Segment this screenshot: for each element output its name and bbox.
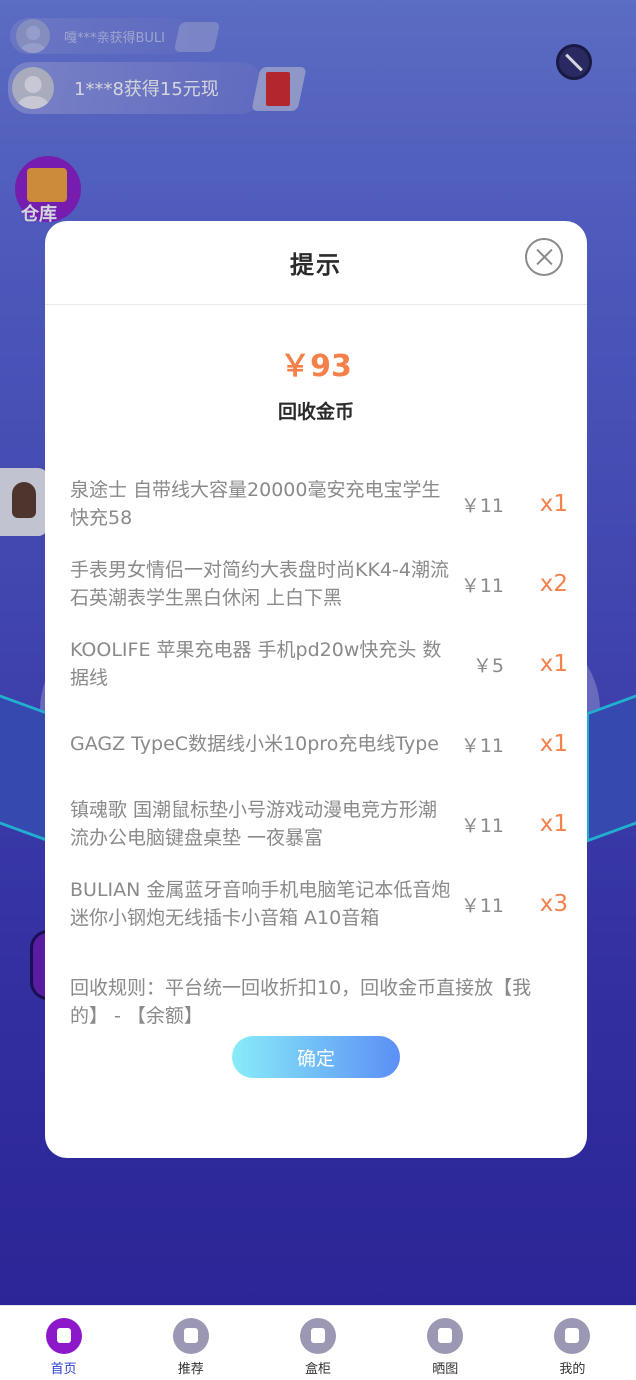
item-name: KOOLIFE 苹果充电器 手机pd20w快充头 数据线 (70, 639, 442, 689)
total-amount: ￥93 (280, 349, 352, 384)
item-price: ￥11 (460, 574, 504, 597)
camera-icon (427, 1318, 464, 1354)
dialog-header: 提示 (45, 221, 587, 305)
confirm-button[interactable]: 确定 (232, 1036, 400, 1078)
tab-home[interactable]: 首页 (0, 1306, 127, 1380)
tab-mine[interactable]: 我的 (509, 1306, 636, 1380)
item-name: BULIAN 金属蓝牙音响手机电脑笔记本低音炮迷你小钢炮无线插卡小音箱 A10音… (70, 879, 451, 929)
item-name: 手表男女情侣一对简约大表盘时尚KK4-4潮流石英潮表学生黑白休闲 上白下黑 (70, 559, 449, 609)
bottom-tab-bar: 首页 推荐 盒柜 晒图 我的 (0, 1305, 636, 1380)
list-item: 手表男女情侣一对简约大表盘时尚KK4-4潮流石英潮表学生黑白休闲 上白下黑 ￥1… (45, 544, 587, 624)
user-icon (554, 1318, 591, 1354)
close-icon[interactable] (525, 238, 563, 276)
box-icon (300, 1318, 336, 1354)
dialog-title: 提示 (290, 251, 342, 279)
home-cube-icon (45, 1318, 82, 1354)
item-price: ￥5 (472, 654, 504, 677)
thumbs-up-icon (172, 1318, 209, 1354)
total-label: 回收金币 (277, 401, 354, 423)
tab-box-cabinet[interactable]: 盒柜 (254, 1306, 381, 1380)
item-quantity: x3 (539, 891, 568, 917)
item-name: 镇魂歌 国潮鼠标垫小号游戏动漫电竞方形潮流办公电脑键盘桌垫 一夜暴富 (70, 799, 438, 849)
tab-label: 盒柜 (305, 1362, 332, 1377)
list-item: 泉途士 自带线大容量20000毫安充电宝学生快充58 ￥11 x1 (45, 464, 587, 544)
item-price: ￥11 (460, 894, 504, 917)
recycle-dialog: 提示 ￥93 回收金币 泉途士 自带线大容量20000毫安充电宝学生快充58 ￥… (45, 221, 587, 1158)
item-quantity: x2 (539, 571, 568, 597)
item-price: ￥11 (460, 494, 504, 517)
tab-recommend[interactable]: 推荐 (127, 1306, 254, 1380)
item-name: 泉途士 自带线大容量20000毫安充电宝学生快充58 (70, 479, 441, 529)
tab-label: 首页 (50, 1362, 77, 1377)
item-price: ￥11 (460, 734, 504, 757)
recycle-item-list: 泉途士 自带线大容量20000毫安充电宝学生快充58 ￥11 x1 手表男女情侣… (45, 464, 587, 944)
item-price: ￥11 (460, 814, 504, 837)
item-quantity: x1 (539, 811, 568, 837)
item-quantity: x1 (539, 491, 568, 517)
list-item: BULIAN 金属蓝牙音响手机电脑笔记本低音炮迷你小钢炮无线插卡小音箱 A10音… (45, 864, 587, 944)
recycle-rule-text: 回收规则：平台统一回收折扣10，回收金币直接放【我的】 - 【余额】 (70, 977, 532, 1027)
item-quantity: x1 (539, 651, 568, 677)
tab-photos[interactable]: 晒图 (382, 1306, 509, 1380)
list-item: 镇魂歌 国潮鼠标垫小号游戏动漫电竞方形潮流办公电脑键盘桌垫 一夜暴富 ￥11 x… (45, 784, 587, 864)
list-item: KOOLIFE 苹果充电器 手机pd20w快充头 数据线 ￥5 x1 (45, 624, 587, 704)
item-name: GAGZ TypeC数据线小米10pro充电线Type (70, 733, 439, 755)
list-item: GAGZ TypeC数据线小米10pro充电线Type ￥11 x1 (45, 704, 587, 784)
tab-label: 我的 (559, 1362, 586, 1377)
item-quantity: x1 (539, 731, 568, 757)
tab-label: 推荐 (177, 1362, 204, 1377)
tab-label: 晒图 (432, 1362, 459, 1377)
